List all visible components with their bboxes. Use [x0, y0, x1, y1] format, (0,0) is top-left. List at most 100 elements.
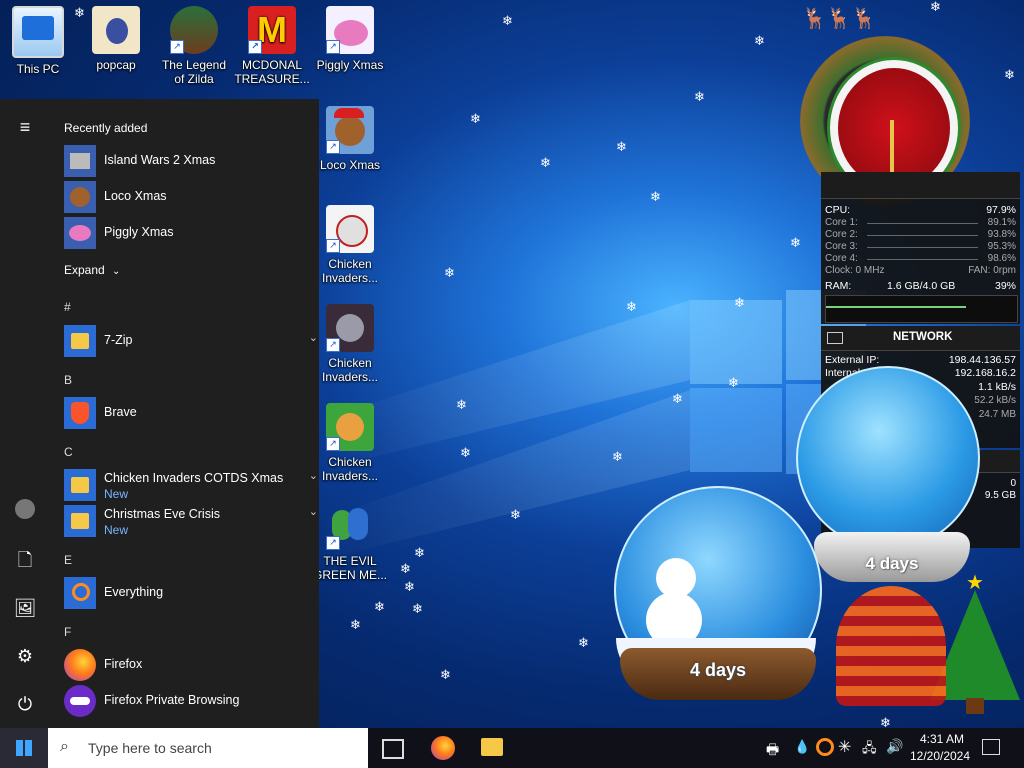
folder-icon	[64, 469, 96, 501]
desktop-icon-popcap[interactable]: popcap	[78, 6, 154, 72]
snowflake-icon: ❄	[404, 579, 415, 594]
notification-center-icon[interactable]	[982, 739, 1000, 755]
countdown-caption: 4 days	[865, 554, 919, 573]
desktop-icon-loco-xmas[interactable]: ↗ Loco Xmas	[312, 106, 388, 172]
desktop-icon-mcdonald-treasure[interactable]: M ↗ MCDONAL TREASURE...	[234, 6, 310, 86]
desktop-icon-label: TREASURE...	[234, 72, 310, 86]
firefox-taskbar-icon[interactable]	[431, 736, 455, 760]
snowflake-icon: ❄	[412, 601, 423, 616]
snowflake-icon: ❄	[790, 235, 801, 250]
app-item-loco-xmas[interactable]: Loco Xmas	[64, 181, 304, 213]
clock-time[interactable]: 4:31 AM	[914, 732, 970, 746]
everything-tray-icon[interactable]	[816, 738, 834, 756]
start-button[interactable]	[0, 728, 48, 768]
chevron-down-icon: ⌄	[112, 266, 121, 277]
desktop-icon-piggly-xmas[interactable]: ↗ Piggly Xmas	[312, 6, 388, 72]
app-label: Firefox Private Browsing	[104, 693, 240, 707]
cpu-value: 97.9%	[986, 204, 1016, 216]
file-explorer-icon[interactable]	[481, 738, 503, 756]
external-ip: 198.44.136.57	[948, 354, 1016, 366]
app-item-brave[interactable]: Brave	[64, 397, 304, 429]
core-value: 95.3%	[987, 241, 1016, 252]
windows-logo-icon	[16, 740, 32, 756]
core-label: Core 2:	[825, 229, 858, 240]
snowflake-icon: ❄	[456, 397, 467, 412]
ram-value: 1.6 GB/4.0 GB	[887, 280, 956, 292]
network-icon[interactable]: 🖧	[862, 739, 877, 761]
shortcut-arrow-icon: ↗	[248, 40, 262, 54]
shortcut-arrow-icon: ↗	[326, 338, 340, 352]
search-icon: ⌕	[60, 738, 69, 755]
desktop-icon-this-pc[interactable]: This PC	[0, 6, 76, 76]
snowflake-icon: ❄	[444, 265, 455, 280]
ram-percent: 39%	[994, 280, 1016, 292]
ram-graph	[825, 295, 1018, 323]
chevron-down-icon[interactable]: ⌄	[309, 331, 318, 344]
magnifier-icon	[64, 577, 96, 609]
shortcut-arrow-icon: ↗	[170, 40, 184, 54]
network-total: 24.7 MB	[978, 409, 1016, 420]
expand-button[interactable]: Expand ⌄	[64, 263, 120, 277]
snowflake-icon: ❄	[502, 13, 513, 28]
app-item-island-wars[interactable]: Island Wars 2 Xmas	[64, 145, 304, 177]
search-box[interactable]: ⌕ Type here to search	[48, 728, 368, 768]
messenger-people-icon: ↗	[326, 502, 374, 550]
chicken-icon: ↗	[326, 403, 374, 451]
game-character-icon: ↗	[170, 6, 218, 54]
snow-globe-left-base: 4 days	[620, 648, 816, 700]
desktop-icon-label: Invaders...	[321, 370, 379, 384]
pig-icon	[64, 217, 96, 249]
app-item-firefox-private[interactable]: Firefox Private Browsing	[64, 685, 304, 717]
app-label: Loco Xmas	[104, 189, 167, 203]
desktop-icon-legend-of-zilda[interactable]: ↗ The Legend of Zilda	[156, 6, 232, 86]
cpu-label: CPU:	[825, 204, 851, 216]
volume-icon[interactable]: 🔊	[886, 738, 903, 755]
desktop-icon-label: Piggly Xmas	[316, 58, 384, 72]
group-header-e[interactable]: E	[64, 553, 72, 567]
app-item-7zip[interactable]: 7-Zip ⌄	[64, 325, 318, 357]
settings-gear-icon[interactable]: ⚙	[13, 644, 37, 668]
download-rate: 1.1 kB/s	[978, 381, 1016, 393]
app-item-everything[interactable]: Everything	[64, 577, 304, 609]
power-icon[interactable]: ⏻	[13, 692, 37, 716]
pictures-icon[interactable]: 🖼	[13, 596, 37, 620]
group-header-hash[interactable]: #	[64, 300, 71, 314]
core-label: Core 4:	[825, 253, 858, 264]
clock-date[interactable]: 12/20/2024	[908, 749, 972, 763]
desktop-icon-chicken-invaders-3[interactable]: ↗ Chicken Invaders...	[312, 403, 388, 483]
desktop-icon-label: Chicken	[328, 356, 372, 370]
app-item-piggly-xmas[interactable]: Piggly Xmas	[64, 217, 304, 249]
desktop-icon-label: The Legend	[161, 58, 227, 72]
chevron-down-icon[interactable]: ⌄	[309, 469, 318, 482]
app-item-firefox[interactable]: Firefox	[64, 649, 304, 681]
christmas-spiral-decoration	[836, 586, 946, 706]
snowflake-icon: ❄	[578, 635, 589, 650]
user-account-icon[interactable]	[13, 499, 37, 523]
search-input[interactable]: Type here to search	[88, 740, 212, 756]
pig-icon: ↗	[326, 6, 374, 54]
hamburger-menu-icon[interactable]: ≡	[13, 115, 37, 139]
group-header-c[interactable]: C	[64, 445, 73, 459]
task-view-icon[interactable]	[382, 739, 404, 759]
desktop-icon-chicken-invaders-1[interactable]: ↗ Chicken Invaders...	[312, 205, 388, 285]
shortcut-arrow-icon: ↗	[326, 536, 340, 550]
asterisk-icon[interactable]: ✳	[838, 737, 851, 757]
group-header-f[interactable]: F	[64, 625, 71, 639]
chevron-down-icon[interactable]: ⌄	[309, 505, 318, 518]
desktop-icon-label: GREEN ME...	[312, 568, 387, 582]
documents-icon[interactable]: 🗋	[13, 548, 37, 572]
app-label: Island Wars 2 Xmas	[104, 153, 216, 167]
group-header-b[interactable]: B	[64, 373, 72, 387]
desktop-icon-evil-green-me[interactable]: ↗ THE EVIL GREEN ME...	[312, 502, 388, 582]
drop-icon[interactable]: 💧	[794, 739, 810, 755]
desktop-icon-chicken-invaders-2[interactable]: ↗ Chicken Invaders...	[312, 304, 388, 384]
new-badge: New	[104, 487, 129, 501]
reindeer-sleigh-icon: 🦌🦌🦌	[802, 8, 877, 30]
snowflake-icon: ❄	[510, 507, 521, 522]
printer-icon[interactable]: 🖶	[766, 739, 779, 763]
chicken-icon: ↗	[326, 304, 374, 352]
core-label: Core 3:	[825, 241, 858, 252]
app-item-chicken-invaders-cotds[interactable]: Chicken Invaders COTDS Xmas New ⌄	[64, 469, 318, 501]
app-item-christmas-eve-crisis[interactable]: Christmas Eve Crisis New ⌄	[64, 505, 318, 537]
app-label: Piggly Xmas	[104, 225, 174, 239]
